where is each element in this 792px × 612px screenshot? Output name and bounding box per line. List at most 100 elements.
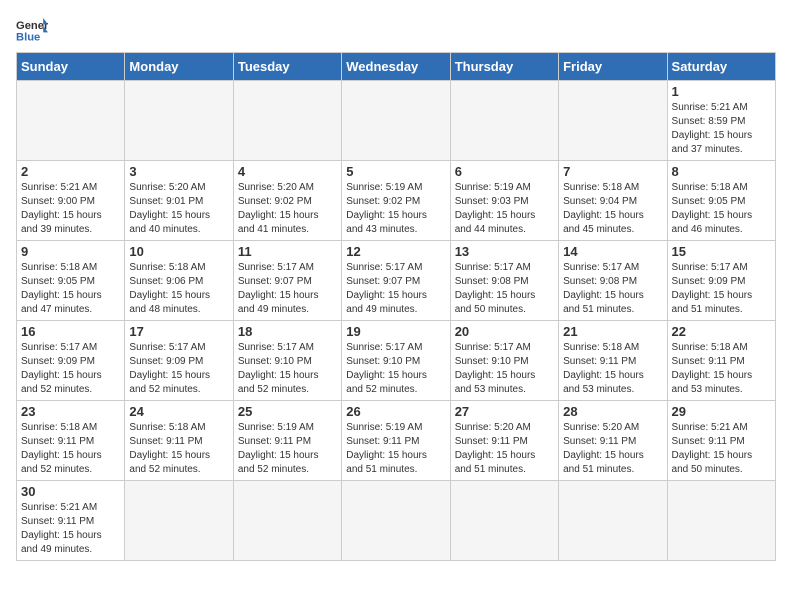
day-info: Sunrise: 5:19 AM Sunset: 9:02 PM Dayligh… [346,181,445,237]
day-info: Sunrise: 5:17 AM Sunset: 9:08 PM Dayligh… [563,261,662,317]
day-info: Sunrise: 5:19 AM Sunset: 9:11 PM Dayligh… [346,421,445,477]
weekday-header-monday: Monday [125,53,233,81]
day-number: 16 [21,324,120,339]
calendar-cell [125,481,233,561]
day-number: 15 [672,244,771,259]
calendar-cell: 25 Sunrise: 5:19 AM Sunset: 9:11 PM Dayli… [233,401,341,481]
calendar-cell: 17Sunrise: 5:17 AM Sunset: 9:09 PM Dayli… [125,321,233,401]
calendar-cell: 8Sunrise: 5:18 AM Sunset: 9:05 PM Daylig… [667,161,775,241]
weekday-header-tuesday: Tuesday [233,53,341,81]
calendar-cell: 14 Sunrise: 5:17 AM Sunset: 9:08 PM Dayli… [559,241,667,321]
day-number: 1 [672,84,771,99]
day-number: 12 [346,244,445,259]
calendar-header: SundayMondayTuesdayWednesdayThursdayFrid… [17,53,776,81]
calendar-cell [342,481,450,561]
calendar-cell [667,481,775,561]
calendar-cell: 18 Sunrise: 5:17 AM Sunset: 9:10 PM Dayli… [233,321,341,401]
day-info: Sunrise: 5:18 AM Sunset: 9:11 PM Dayligh… [672,341,771,397]
day-number: 11 [238,244,337,259]
calendar-cell: 20Sunrise: 5:17 AM Sunset: 9:10 PM Dayli… [450,321,558,401]
day-info: Sunrise: 5:17 AM Sunset: 9:09 PM Dayligh… [21,341,120,397]
calendar-cell [17,81,125,161]
calendar-cell [559,481,667,561]
calendar-cell [450,481,558,561]
calendar-body: 1 Sunrise: 5:21 AM Sunset: 8:59 PM Daylig… [17,81,776,561]
calendar-cell: 23 Sunrise: 5:18 AM Sunset: 9:11 PM Dayli… [17,401,125,481]
calendar-cell: 16 Sunrise: 5:17 AM Sunset: 9:09 PM Dayli… [17,321,125,401]
day-info: Sunrise: 5:20 AM Sunset: 9:11 PM Dayligh… [563,421,662,477]
calendar-cell: 30 Sunrise: 5:21 AM Sunset: 9:11 PM Dayli… [17,481,125,561]
calendar-cell: 2 Sunrise: 5:21 AM Sunset: 9:00 PM Daylig… [17,161,125,241]
day-info: Sunrise: 5:18 AM Sunset: 9:11 PM Dayligh… [563,341,662,397]
calendar-cell: 28 Sunrise: 5:20 AM Sunset: 9:11 PM Dayli… [559,401,667,481]
day-number: 28 [563,404,662,419]
day-number: 13 [455,244,554,259]
calendar-cell: 4Sunrise: 5:20 AM Sunset: 9:02 PM Daylig… [233,161,341,241]
day-info: Sunrise: 5:18 AM Sunset: 9:04 PM Dayligh… [563,181,662,237]
day-number: 5 [346,164,445,179]
calendar-cell: 13 Sunrise: 5:17 AM Sunset: 9:08 PM Dayli… [450,241,558,321]
day-number: 24 [129,404,228,419]
calendar-cell: 1 Sunrise: 5:21 AM Sunset: 8:59 PM Daylig… [667,81,775,161]
calendar-cell: 11 Sunrise: 5:17 AM Sunset: 9:07 PM Dayli… [233,241,341,321]
day-number: 27 [455,404,554,419]
calendar-cell: 6 Sunrise: 5:19 AM Sunset: 9:03 PM Daylig… [450,161,558,241]
day-info: Sunrise: 5:18 AM Sunset: 9:06 PM Dayligh… [129,261,228,317]
weekday-header-thursday: Thursday [450,53,558,81]
day-info: Sunrise: 5:17 AM Sunset: 9:07 PM Dayligh… [346,261,445,317]
day-number: 14 [563,244,662,259]
day-info: Sunrise: 5:17 AM Sunset: 9:08 PM Dayligh… [455,261,554,317]
day-number: 17 [129,324,228,339]
day-info: Sunrise: 5:17 AM Sunset: 9:10 PM Dayligh… [238,341,337,397]
calendar-cell: 19 Sunrise: 5:17 AM Sunset: 9:10 PM Dayli… [342,321,450,401]
weekday-header-sunday: Sunday [17,53,125,81]
day-number: 19 [346,324,445,339]
day-info: Sunrise: 5:17 AM Sunset: 9:07 PM Dayligh… [238,261,337,317]
calendar-cell: 26 Sunrise: 5:19 AM Sunset: 9:11 PM Dayli… [342,401,450,481]
calendar-cell [125,81,233,161]
day-info: Sunrise: 5:21 AM Sunset: 9:00 PM Dayligh… [21,181,120,237]
day-info: Sunrise: 5:18 AM Sunset: 9:11 PM Dayligh… [21,421,120,477]
calendar-cell: 22 Sunrise: 5:18 AM Sunset: 9:11 PM Dayli… [667,321,775,401]
calendar-cell: 21 Sunrise: 5:18 AM Sunset: 9:11 PM Dayli… [559,321,667,401]
day-info: Sunrise: 5:17 AM Sunset: 9:09 PM Dayligh… [672,261,771,317]
calendar-cell [450,81,558,161]
calendar-cell: 29Sunrise: 5:21 AM Sunset: 9:11 PM Dayli… [667,401,775,481]
calendar-cell: 24 Sunrise: 5:18 AM Sunset: 9:11 PM Dayli… [125,401,233,481]
day-number: 30 [21,484,120,499]
day-number: 23 [21,404,120,419]
day-info: Sunrise: 5:19 AM Sunset: 9:03 PM Dayligh… [455,181,554,237]
day-info: Sunrise: 5:21 AM Sunset: 9:11 PM Dayligh… [21,501,120,557]
calendar-cell: 3Sunrise: 5:20 AM Sunset: 9:01 PM Daylig… [125,161,233,241]
day-info: Sunrise: 5:20 AM Sunset: 9:11 PM Dayligh… [455,421,554,477]
day-info: Sunrise: 5:20 AM Sunset: 9:01 PM Dayligh… [129,181,228,237]
day-number: 26 [346,404,445,419]
day-number: 7 [563,164,662,179]
calendar-cell [233,81,341,161]
calendar-cell [559,81,667,161]
calendar-cell: 10 Sunrise: 5:18 AM Sunset: 9:06 PM Dayli… [125,241,233,321]
weekday-header-wednesday: Wednesday [342,53,450,81]
day-number: 6 [455,164,554,179]
day-number: 21 [563,324,662,339]
day-number: 29 [672,404,771,419]
calendar-cell: 9Sunrise: 5:18 AM Sunset: 9:05 PM Daylig… [17,241,125,321]
calendar-cell: 27 Sunrise: 5:20 AM Sunset: 9:11 PM Dayli… [450,401,558,481]
day-info: Sunrise: 5:17 AM Sunset: 9:10 PM Dayligh… [346,341,445,397]
calendar-cell: 5 Sunrise: 5:19 AM Sunset: 9:02 PM Daylig… [342,161,450,241]
day-info: Sunrise: 5:18 AM Sunset: 9:11 PM Dayligh… [129,421,228,477]
day-info: Sunrise: 5:21 AM Sunset: 8:59 PM Dayligh… [672,101,771,157]
day-number: 25 [238,404,337,419]
day-info: Sunrise: 5:19 AM Sunset: 9:11 PM Dayligh… [238,421,337,477]
logo: General Blue [16,16,52,44]
day-number: 9 [21,244,120,259]
day-number: 10 [129,244,228,259]
day-number: 20 [455,324,554,339]
calendar-table: SundayMondayTuesdayWednesdayThursdayFrid… [16,52,776,561]
svg-text:Blue: Blue [16,31,40,43]
day-number: 22 [672,324,771,339]
day-number: 4 [238,164,337,179]
day-number: 18 [238,324,337,339]
calendar-cell [342,81,450,161]
day-number: 2 [21,164,120,179]
